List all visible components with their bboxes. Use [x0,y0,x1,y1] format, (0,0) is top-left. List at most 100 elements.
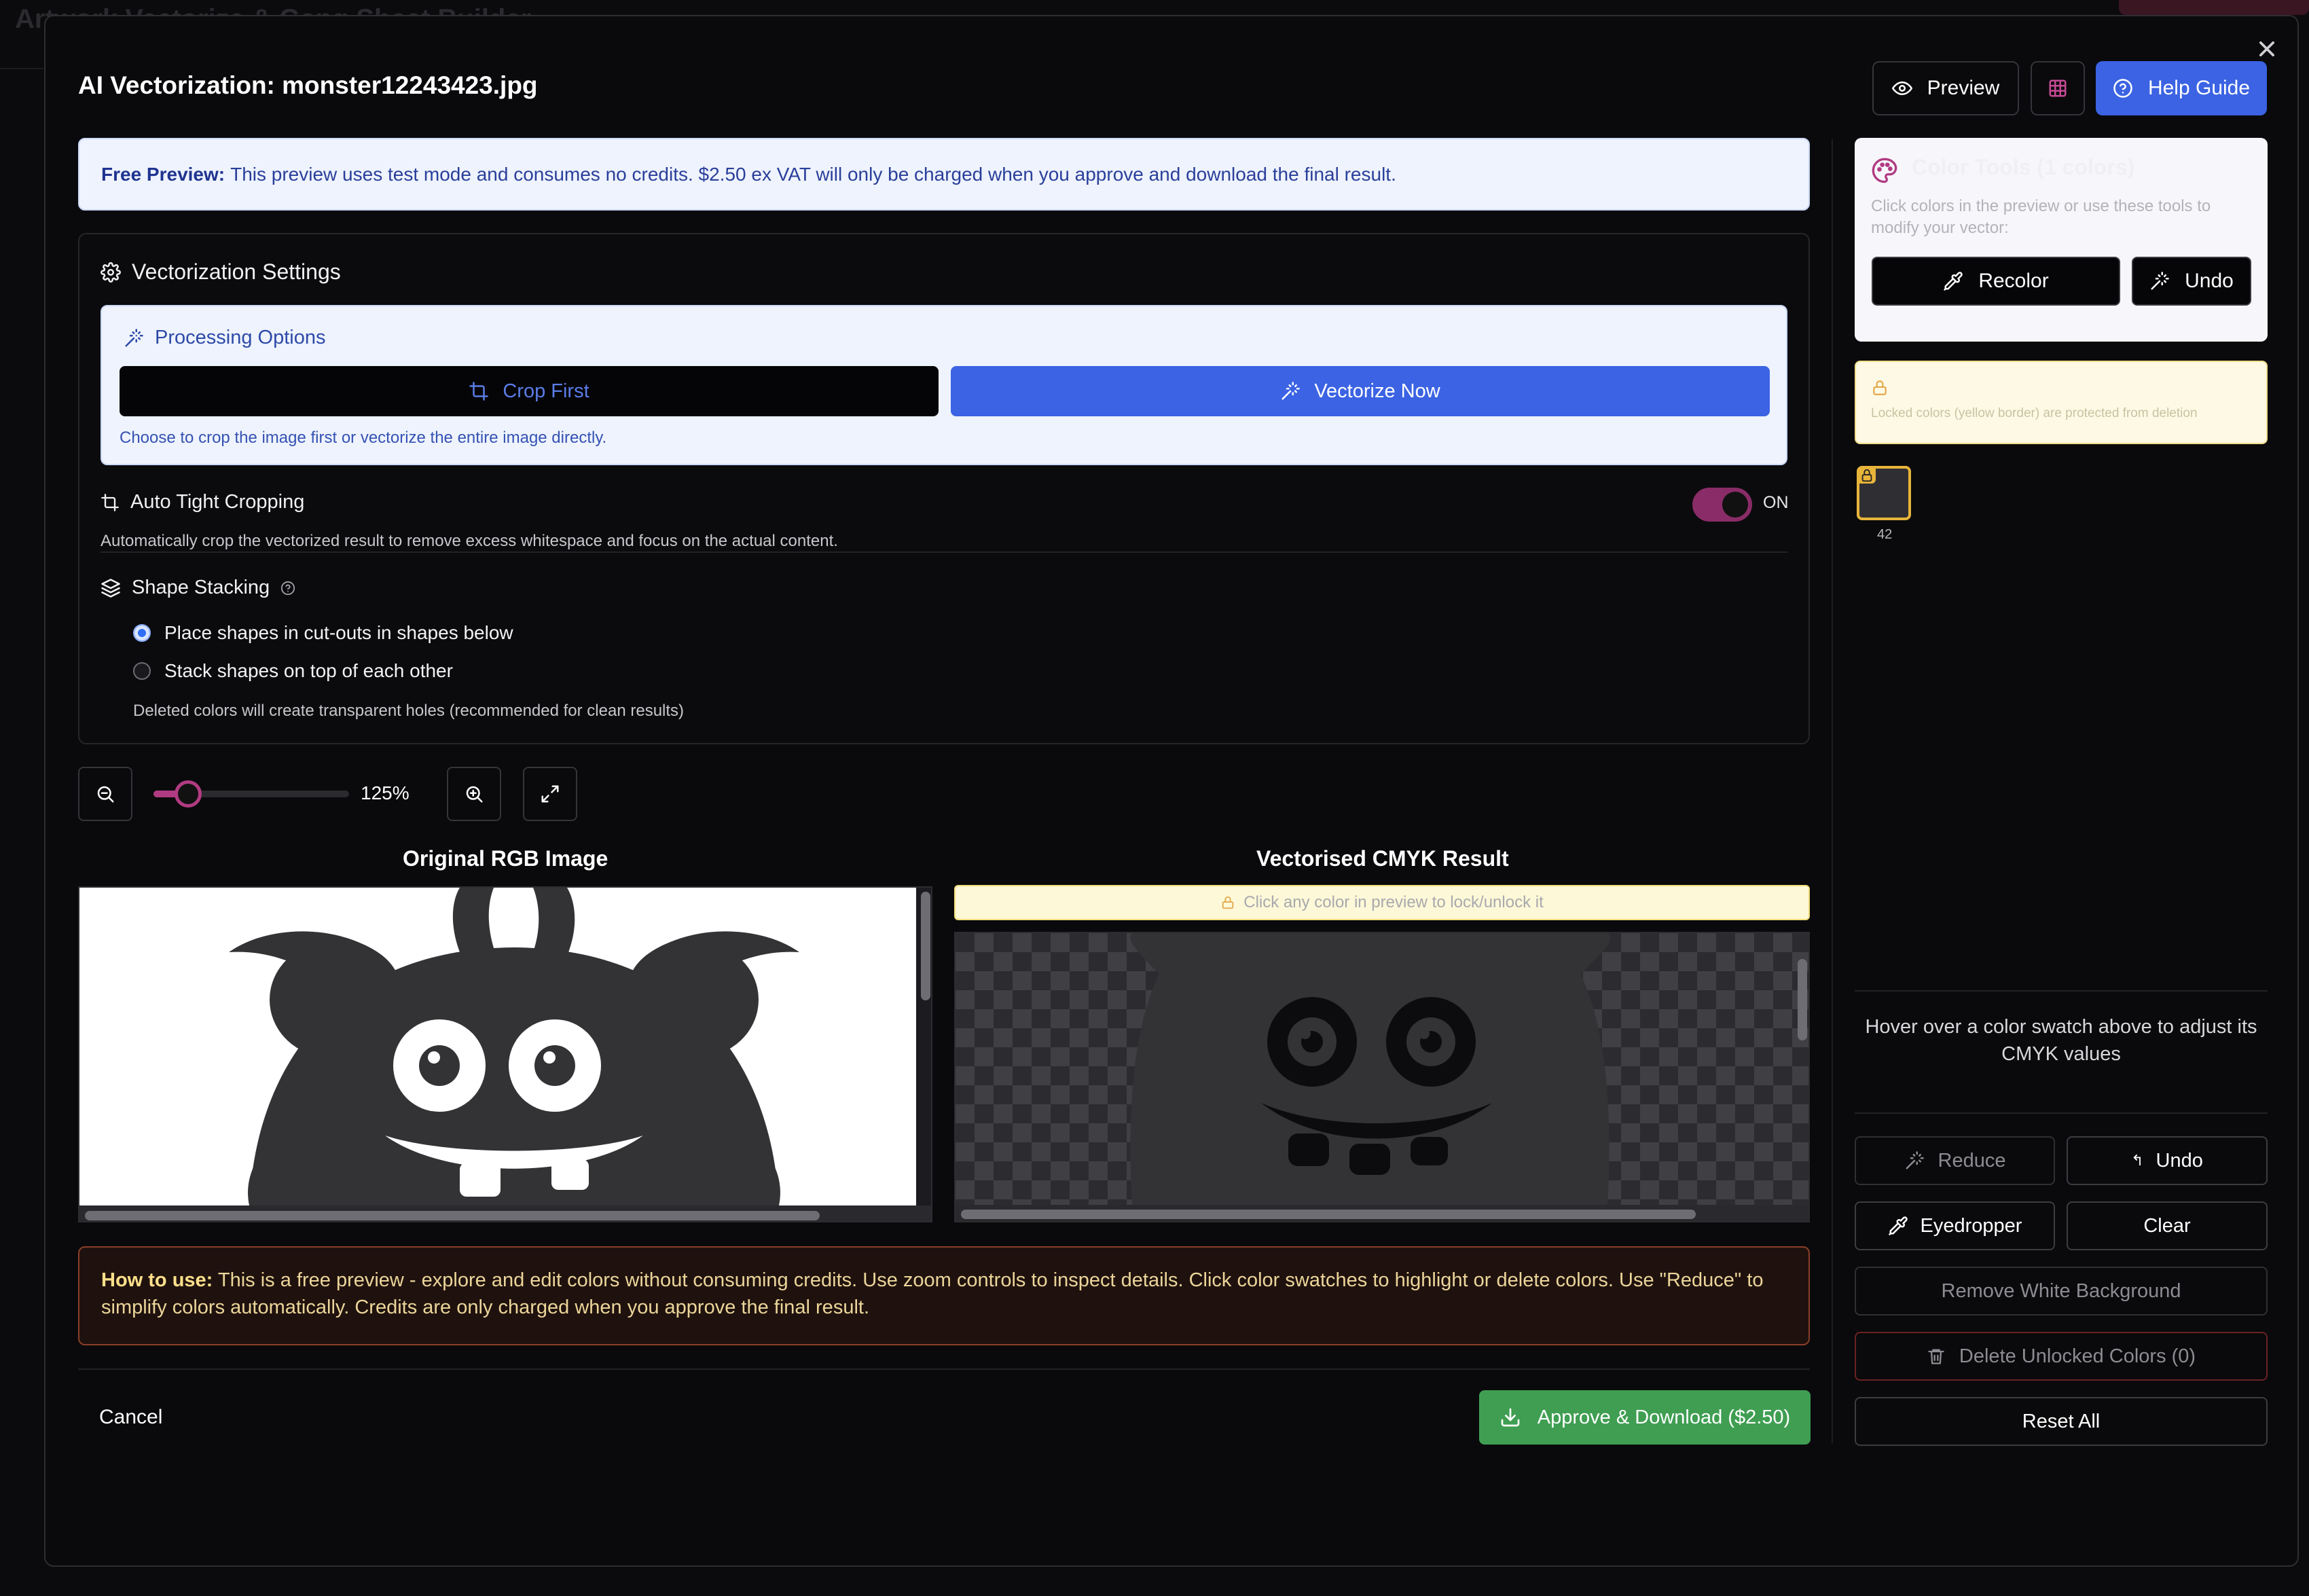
auto-crop-header: Auto Tight Cropping [101,491,304,513]
processing-options-card: Processing Options Crop First Vectorize … [101,305,1787,465]
original-monster-image [79,888,916,1205]
stacking-option-label: Stack shapes on top of each other [164,660,453,681]
reset-all-label: Reset All [2022,1410,2101,1432]
recolor-label: Recolor [1978,270,2049,292]
undo-button[interactable]: ↰ Undo [2067,1136,2268,1185]
zoom-out-button[interactable] [78,767,132,821]
panel-divider [1855,1112,2268,1114]
vector-hscroll[interactable] [961,1210,1696,1219]
swatch-count: 42 [1877,527,1893,542]
undo-label: Undo [2185,270,2234,292]
help-circle-icon [2113,78,2133,98]
modal-title: AI Vectorization: monster12243423.jpg [78,71,538,99]
trash-icon [1927,1347,1946,1366]
auto-crop-toggle[interactable] [1692,488,1752,522]
shape-stacking-header: Shape Stacking [101,577,295,599]
grid-icon [2048,78,2068,98]
expand-icon [540,784,560,804]
howto-bold: How to use: [101,1269,213,1291]
grid-view-button[interactable] [2031,61,2085,115]
eyedropper-label: Eyedropper [1920,1214,2022,1237]
banner-bold: Free Preview: [101,163,225,185]
shape-stacking-title: Shape Stacking [132,577,270,598]
reduce-label: Reduce [1938,1149,2006,1172]
processing-note: Choose to crop the image first or vector… [120,429,607,447]
clear-button[interactable]: Clear [2067,1201,2268,1250]
wand-icon [2149,271,2170,291]
help-guide-button[interactable]: Help Guide [2096,61,2267,115]
how-to-use-panel: How to use: This is a free preview - exp… [78,1246,1810,1345]
banner-text: This preview uses test mode and consumes… [230,163,1396,185]
close-icon[interactable] [2252,34,2282,64]
panel-divider [1855,990,2268,992]
background-app-action [2119,0,2309,15]
wand-icon [1904,1150,1925,1171]
color-tools-description: Click colors in the preview or use these… [1871,197,2211,237]
delete-unlocked-label: Delete Unlocked Colors (0) [1959,1345,2196,1367]
stacking-option-stack[interactable]: Stack shapes on top of each other [133,660,453,682]
clear-label: Clear [2143,1214,2191,1237]
footer-divider [78,1368,1810,1370]
approve-download-label: Approve & Download ($2.50) [1537,1406,1791,1428]
undo-label: Undo [2156,1149,2203,1172]
help-guide-label: Help Guide [2147,77,2251,99]
lock-hint-bar: Click any color in preview to lock/unloc… [954,885,1810,920]
auto-crop-description: Automatically crop the vectorized result… [101,532,838,550]
stacking-option-cutouts[interactable]: Place shapes in cut-outs in shapes below [133,622,513,644]
preview-button-label: Preview [1927,77,2000,99]
remove-white-label: Remove White Background [1941,1280,2181,1302]
lock-icon [1871,379,1889,397]
cancel-button[interactable]: Cancel [99,1406,162,1429]
reduce-button[interactable]: Reduce [1855,1136,2055,1185]
remove-white-background-button[interactable]: Remove White Background [1855,1267,2268,1316]
crop-first-label: Crop First [503,380,589,402]
settings-divider [101,551,1787,553]
eye-icon [1891,78,1912,98]
processing-options-title: Processing Options [155,327,326,348]
auto-crop-state: ON [1763,493,1789,512]
vectorize-now-button[interactable]: Vectorize Now [951,366,1770,416]
crop-icon [101,493,120,512]
preview-button[interactable]: Preview [1872,61,2019,115]
howto-text: This is a free preview - explore and edi… [101,1269,1764,1318]
undo-recolor-button[interactable]: Undo [2132,257,2251,306]
layers-icon [101,578,121,598]
settings-title: Vectorization Settings [132,259,341,284]
recolor-button[interactable]: Recolor [1872,257,2120,306]
wand-icon [124,328,144,348]
lock-icon [1858,467,1876,484]
approve-download-button[interactable]: Approve & Download ($2.50) [1479,1390,1811,1445]
zoom-slider-thumb[interactable] [175,780,202,808]
zoom-in-icon [464,784,484,804]
right-panel-separator [1832,139,1833,1443]
free-preview-banner: Free Preview: This preview uses test mod… [78,138,1810,211]
fullscreen-button[interactable] [523,767,577,821]
delete-unlocked-colors-button[interactable]: Delete Unlocked Colors (0) [1855,1332,2268,1381]
gear-icon [101,261,121,283]
radio-unselected[interactable] [133,662,151,680]
radio-selected[interactable] [133,624,151,642]
eyedropper-icon [1943,271,1963,291]
palette-icon [1871,157,1898,184]
original-image-panel[interactable] [78,886,932,1222]
zoom-in-button[interactable] [447,767,501,821]
lock-icon [1220,895,1235,910]
original-vscroll[interactable] [921,892,930,1000]
vector-result-title: Vectorised CMYK Result [1256,846,1509,871]
vector-result-panel[interactable] [954,932,1810,1222]
locked-colors-text: Locked colors (yellow border) are protec… [1871,406,2198,420]
zoom-value: 125% [361,782,410,803]
color-tools-title: Color Tools (1 colors) [1912,155,2135,179]
help-circle-icon[interactable] [280,581,295,596]
reset-all-button[interactable]: Reset All [1855,1397,2268,1446]
settings-header: Vectorization Settings [101,259,341,285]
eyedropper-button[interactable]: Eyedropper [1855,1201,2055,1250]
stacking-note: Deleted colors will create transparent h… [133,702,685,720]
vectorize-now-label: Vectorize Now [1314,380,1440,402]
undo-icon: ↰ [2131,1152,2144,1169]
vector-vscroll[interactable] [1798,959,1807,1040]
original-hscroll[interactable] [85,1211,820,1220]
download-icon [1499,1407,1521,1428]
crop-first-button[interactable]: Crop First [120,366,939,416]
background-divider [0,68,43,69]
